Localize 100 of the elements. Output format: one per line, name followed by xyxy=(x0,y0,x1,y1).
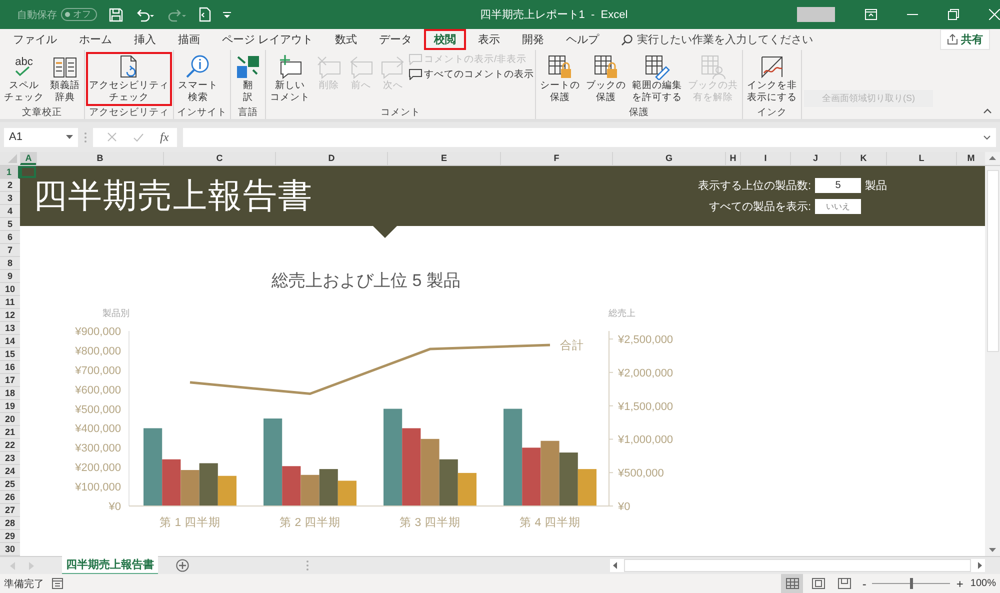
row-header[interactable]: 16 xyxy=(0,361,20,374)
tell-me-field[interactable]: 実行したい作業を入力してください xyxy=(621,34,838,46)
row-header[interactable]: 9 xyxy=(0,270,20,283)
zoom-level[interactable]: 100% xyxy=(970,578,996,589)
row-header[interactable]: 10 xyxy=(0,283,20,296)
ribbon-tab[interactable]: ヘルプ xyxy=(556,29,610,50)
row-header[interactable]: 19 xyxy=(0,400,20,413)
vertical-scrollbar[interactable] xyxy=(985,166,1000,556)
zoom-in-button[interactable]: + xyxy=(953,576,966,590)
comment-display-button[interactable]: すべてのコメントの表示 xyxy=(409,68,534,81)
column-header[interactable]: A xyxy=(20,152,36,165)
zoom-out-button[interactable]: - xyxy=(859,576,870,590)
document-icon[interactable] xyxy=(199,7,211,22)
row-header[interactable]: 21 xyxy=(0,426,20,439)
formula-input[interactable] xyxy=(183,128,996,146)
undo-icon[interactable] xyxy=(135,8,155,22)
group-label: 文章校正 xyxy=(21,106,63,120)
row-header[interactable]: 28 xyxy=(0,517,20,530)
row-header[interactable]: 15 xyxy=(0,348,20,361)
row-header[interactable]: 20 xyxy=(0,413,20,426)
column-header[interactable]: K xyxy=(840,152,886,165)
autosave-label: 自動保存 xyxy=(17,8,57,22)
row-header[interactable]: 23 xyxy=(0,452,20,465)
top-products-field[interactable]: 5 xyxy=(815,178,861,193)
restore-icon[interactable] xyxy=(948,9,959,20)
axis-title: 製品別 xyxy=(102,308,130,318)
row-header[interactable]: 24 xyxy=(0,465,20,478)
ribbon-tab[interactable]: 挿入 xyxy=(124,29,166,50)
row-header[interactable]: 8 xyxy=(0,257,20,270)
comment-icon xyxy=(409,69,422,80)
add-sheet-icon[interactable] xyxy=(176,559,189,572)
ribbon-tab[interactable]: 開発 xyxy=(512,29,554,50)
scrollbar-thumb[interactable] xyxy=(986,170,998,352)
row-header[interactable]: 25 xyxy=(0,478,20,491)
row-header[interactable]: 18 xyxy=(0,387,20,400)
normal-view-button[interactable] xyxy=(781,574,804,593)
ribbon-tab[interactable]: ファイル xyxy=(3,29,67,50)
ink-button[interactable]: インクを非 表示にする xyxy=(744,52,800,106)
window-title: 四半期売上レポート1 - Excel xyxy=(478,8,629,22)
macro-record-icon[interactable] xyxy=(52,578,63,589)
spell-button[interactable]: abc スペル チェック xyxy=(1,52,47,106)
expand-icon[interactable] xyxy=(983,134,991,140)
row-header[interactable]: 14 xyxy=(0,335,20,348)
chart-title: 総売上および上位 5 製品 xyxy=(272,271,460,290)
ribbon-tab[interactable]: ホーム xyxy=(69,29,122,50)
ribbon-display-icon[interactable] xyxy=(865,9,877,20)
row-header[interactable]: 17 xyxy=(0,374,20,387)
row-header[interactable]: 13 xyxy=(0,322,20,335)
column-header[interactable]: D xyxy=(275,152,387,165)
column-header[interactable]: J xyxy=(790,152,840,165)
column-header[interactable]: B xyxy=(36,152,163,165)
selected-cell[interactable] xyxy=(20,166,36,178)
axis-tick-label: ¥1,000,000 xyxy=(618,434,674,446)
column-header[interactable]: C xyxy=(163,152,275,165)
ribbon-tab[interactable]: 描画 xyxy=(168,29,210,50)
share-button[interactable]: 共有 xyxy=(940,29,990,50)
shared-workbook-icon xyxy=(700,54,726,80)
save-icon[interactable] xyxy=(109,8,123,22)
row-header[interactable]: 6 xyxy=(0,231,20,244)
workbook-lock-icon xyxy=(593,54,619,80)
show-all-field[interactable]: いいえ xyxy=(815,199,861,214)
collapse-ribbon-icon[interactable] xyxy=(983,108,992,114)
row-header[interactable]: 29 xyxy=(0,530,20,543)
column-header[interactable]: E xyxy=(387,152,500,165)
column-header[interactable]: H xyxy=(725,152,740,165)
row-header[interactable]: 11 xyxy=(0,296,20,309)
book-button[interactable]: 類義語 辞典 xyxy=(47,52,83,106)
comment-new-button[interactable]: 新しい コメント xyxy=(267,52,313,106)
axis-tick-label: ¥0 xyxy=(108,501,121,513)
ribbon-tab[interactable]: 数式 xyxy=(325,29,368,50)
axis-tick-label: ¥2,000,000 xyxy=(618,367,674,380)
row-header[interactable]: 1 xyxy=(0,166,20,179)
name-box[interactable]: A1 xyxy=(4,128,78,146)
accessibility-button[interactable]: アクセシビリティ チェック xyxy=(86,52,172,106)
row-header[interactable]: 22 xyxy=(0,439,20,452)
smart-button[interactable]: スマート 検索 xyxy=(175,52,221,106)
sheet-tab[interactable]: 四半期売上報告書 xyxy=(62,556,158,575)
column-header[interactable]: F xyxy=(500,152,612,165)
ribbon-tab[interactable]: データ xyxy=(369,29,422,50)
ribbon-tab[interactable]: 校閲 xyxy=(424,29,466,50)
zoom-slider-thumb[interactable] xyxy=(910,578,914,589)
column-header[interactable]: L xyxy=(886,152,956,165)
close-icon[interactable] xyxy=(989,9,1000,20)
ribbon-tab[interactable]: ページ レイアウト xyxy=(212,29,324,50)
scroll-up-icon[interactable] xyxy=(985,152,1000,165)
book-lock-button[interactable]: ブックの 保護 xyxy=(583,52,629,106)
grip-icon[interactable] xyxy=(306,560,309,571)
range-edit-button[interactable]: 範囲の編集 を許可する xyxy=(629,52,685,106)
row-header[interactable]: 12 xyxy=(0,309,20,322)
column-header[interactable]: G xyxy=(612,152,725,165)
insert-function-button[interactable]: fx xyxy=(160,130,169,144)
column-header[interactable]: I xyxy=(740,152,790,165)
ribbon-tab[interactable]: 表示 xyxy=(468,29,510,50)
translate-button[interactable]: 翻 訳 xyxy=(232,52,264,106)
sheet-lock-button[interactable]: シートの 保護 xyxy=(537,52,583,106)
grip-icon[interactable] xyxy=(84,132,87,142)
row-header[interactable]: 27 xyxy=(0,504,20,517)
row-header[interactable]: 7 xyxy=(0,244,20,257)
customize-caret-icon[interactable] xyxy=(223,12,231,18)
row-header[interactable]: 26 xyxy=(0,491,20,504)
